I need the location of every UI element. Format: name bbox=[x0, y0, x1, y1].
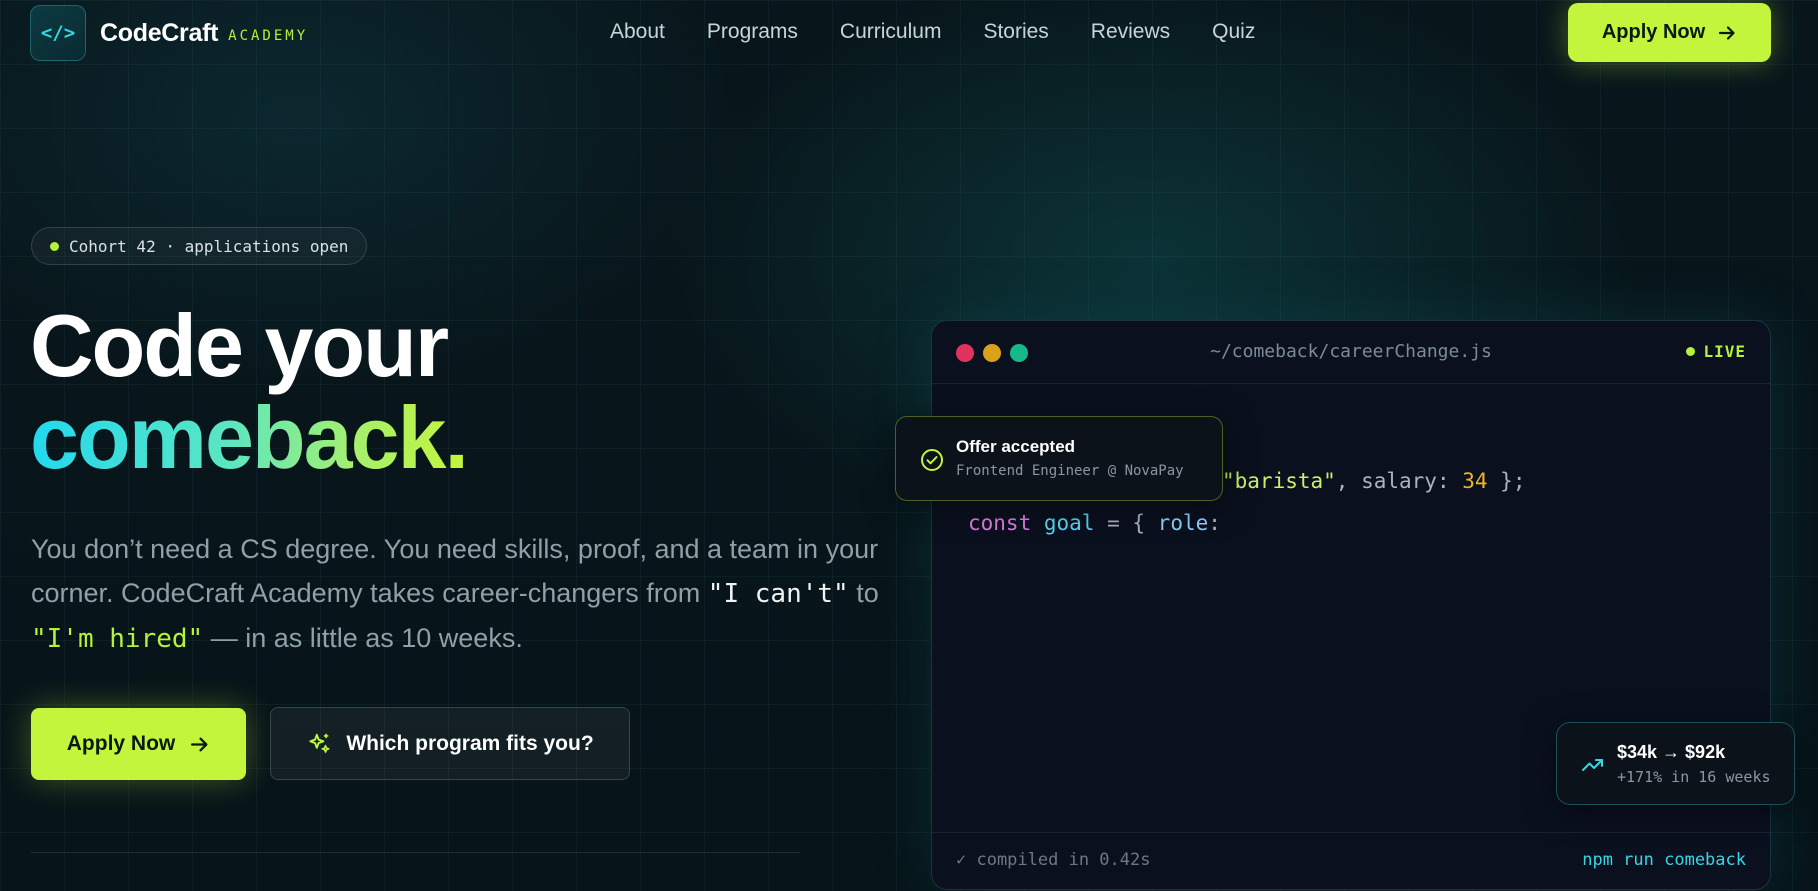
nav-apply-button[interactable]: Apply Now bbox=[1568, 3, 1771, 62]
top-nav: </> CodeCraft ACADEMY About Programs Cur… bbox=[0, 0, 1818, 66]
offer-title: Offer accepted bbox=[956, 437, 1076, 456]
check-circle-icon bbox=[921, 449, 943, 471]
hero-divider bbox=[31, 852, 800, 853]
sparkles-icon bbox=[309, 732, 330, 753]
code-line-goal: const goal = { role: bbox=[968, 511, 1221, 535]
code-token-string: "barista" bbox=[1222, 469, 1336, 493]
nav-link-about[interactable]: About bbox=[610, 20, 665, 44]
hero-desc-quote-hired: "I'm hired" bbox=[31, 624, 204, 654]
code-token-text: , salary: bbox=[1335, 469, 1463, 493]
code-token-property: role bbox=[1157, 511, 1209, 535]
program-quiz-button[interactable]: Which program fits you? bbox=[270, 707, 630, 780]
brand-name: CodeCraft bbox=[100, 18, 219, 47]
nav-link-reviews[interactable]: Reviews bbox=[1091, 20, 1170, 44]
live-indicator: LIVE bbox=[1686, 342, 1746, 361]
compile-status: ✓ compiled in 0.42s bbox=[956, 850, 1151, 870]
hero-desc-part2: — in as little as 10 weeks. bbox=[203, 623, 523, 653]
hero-apply-label: Apply Now bbox=[66, 732, 176, 755]
salary-subtitle: +171% in 16 weeks bbox=[1617, 768, 1771, 786]
code-token-keyword: const bbox=[968, 511, 1032, 535]
hero-desc-to: to bbox=[848, 578, 879, 608]
code-brackets-icon: </> bbox=[30, 5, 86, 61]
hero-desc-quote-cant: "I can't" bbox=[707, 579, 849, 609]
salary-growth-card: $34k → $92k +171% in 16 weeks bbox=[1556, 722, 1795, 805]
code-line-current: "barista", salary: 34 }; bbox=[1222, 469, 1525, 493]
status-dot-icon bbox=[50, 241, 59, 251]
nav-link-stories[interactable]: Stories bbox=[983, 20, 1048, 44]
code-token-operator: = { bbox=[1094, 511, 1158, 535]
nav-link-curriculum[interactable]: Curriculum bbox=[840, 20, 942, 44]
code-filename: ~/comeback/careerChange.js bbox=[1210, 341, 1492, 362]
logo-link[interactable]: </> CodeCraft ACADEMY bbox=[30, 5, 308, 61]
offer-accepted-card: Offer accepted Frontend Engineer @ NovaP… bbox=[895, 416, 1223, 501]
nav-apply-label: Apply Now bbox=[1601, 21, 1706, 43]
nav-links: About Programs Curriculum Stories Review… bbox=[610, 20, 1255, 44]
brand-subtitle: ACADEMY bbox=[228, 28, 309, 44]
code-token-colon: : bbox=[1208, 511, 1221, 535]
page: </> CodeCraft ACADEMY About Programs Cur… bbox=[0, 0, 1818, 891]
code-editor-footer: ✓ compiled in 0.42s npm run comeback bbox=[932, 832, 1770, 889]
hero-title: Code your comeback. bbox=[30, 296, 469, 487]
arrow-right-icon bbox=[191, 737, 208, 751]
program-quiz-label: Which program fits you? bbox=[346, 731, 594, 755]
arrow-right-icon bbox=[1719, 25, 1735, 40]
npm-command: npm run comeback bbox=[1582, 850, 1746, 870]
nav-link-quiz[interactable]: Quiz bbox=[1212, 20, 1255, 44]
code-token-variable: goal bbox=[1043, 511, 1095, 535]
trending-up-icon bbox=[1582, 759, 1603, 771]
hero-title-line2: comeback. bbox=[30, 388, 469, 487]
code-token-number: 34 bbox=[1462, 469, 1488, 493]
code-token-end: }; bbox=[1487, 469, 1526, 493]
hero-apply-button[interactable]: Apply Now bbox=[31, 708, 246, 780]
cohort-badge-text: Cohort 42 · applications open bbox=[69, 236, 349, 256]
offer-subtitle: Frontend Engineer @ NovaPay bbox=[956, 463, 1184, 479]
hero-description: You don’t need a CS degree. You need ski… bbox=[31, 527, 891, 661]
code-editor-titlebar: ~/comeback/careerChange.js LIVE bbox=[932, 321, 1770, 384]
salary-title: $34k → $92k bbox=[1617, 742, 1726, 762]
hero-title-line1: Code your bbox=[30, 296, 449, 395]
live-dot-icon bbox=[1686, 347, 1696, 356]
nav-link-programs[interactable]: Programs bbox=[707, 20, 798, 44]
cohort-badge: Cohort 42 · applications open bbox=[31, 227, 368, 265]
live-label: LIVE bbox=[1703, 342, 1746, 361]
